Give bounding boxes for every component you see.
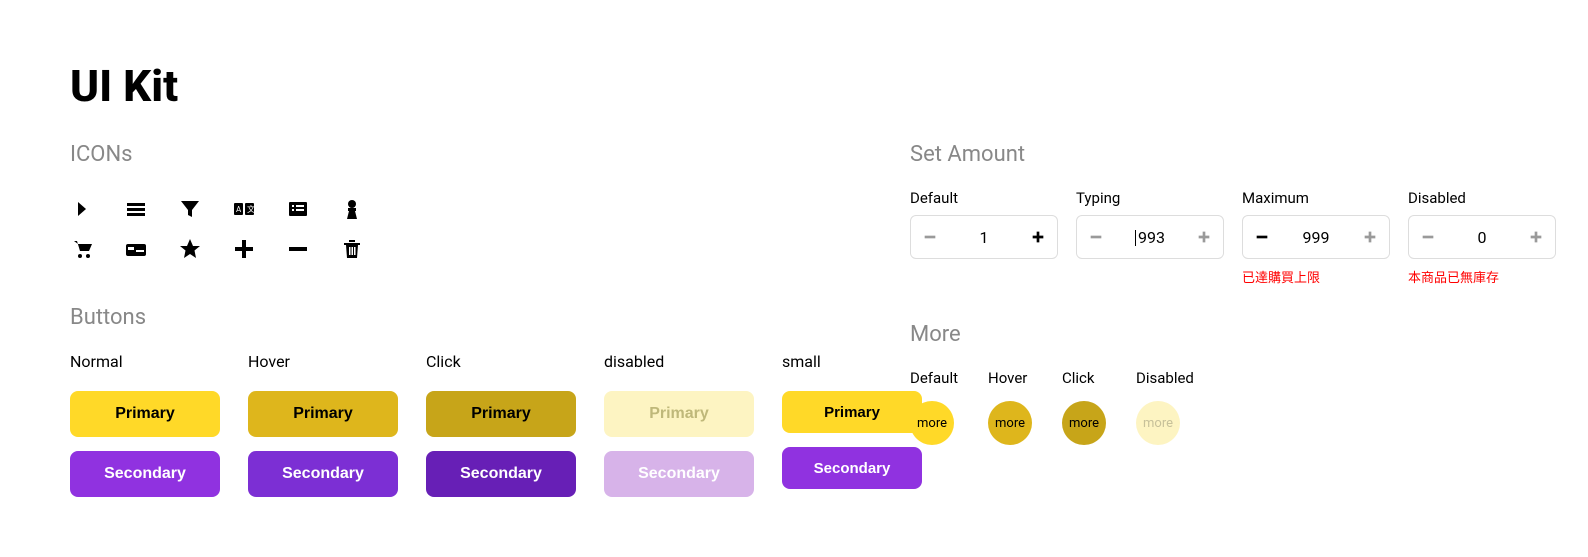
more-hover-label: Hover (988, 369, 1027, 387)
quantity-stepper-maximum[interactable]: 999 (1242, 215, 1390, 259)
stepper-value[interactable]: 993 (1135, 228, 1165, 247)
icons-section-title: ICONs (70, 142, 850, 167)
stepper-disabled-label: Disabled (1408, 189, 1556, 207)
quantity-stepper-default[interactable]: 1 (910, 215, 1058, 259)
more-click-label: Click (1062, 369, 1095, 387)
minus-icon[interactable] (1087, 228, 1105, 246)
secondary-button-disabled: Secondary (604, 451, 754, 497)
minus-icon[interactable] (921, 228, 939, 246)
cart-icon (70, 229, 124, 269)
set-amount-section-title: Set Amount (910, 142, 1556, 167)
secondary-button-click[interactable]: Secondary (426, 451, 576, 497)
quantity-stepper-typing[interactable]: 993 (1076, 215, 1224, 259)
minus-icon (1419, 228, 1437, 246)
stepper-maximum-label: Maximum (1242, 189, 1390, 207)
stepper-value: 1 (980, 228, 989, 247)
plus-icon[interactable] (1195, 228, 1213, 246)
stepper-error-text: 已達購買上限 (1242, 267, 1390, 286)
more-section-title: More (910, 322, 1556, 347)
primary-button-hover[interactable]: Primary (248, 391, 398, 437)
plus-icon (1361, 228, 1379, 246)
stepper-error-text: 本商品已無庫存 (1408, 267, 1556, 286)
button-state-click-label: Click (426, 352, 576, 371)
svg-text:文: 文 (247, 204, 255, 214)
star-icon (178, 229, 232, 269)
primary-button-small[interactable]: Primary (782, 391, 922, 433)
translate-icon: A文 (232, 189, 286, 229)
svg-text:A: A (236, 205, 242, 214)
icon-grid: A文 (70, 189, 850, 269)
more-button-default[interactable]: more (910, 401, 954, 445)
primary-button-disabled: Primary (604, 391, 754, 437)
more-default-label: Default (910, 369, 958, 387)
stepper-value: 999 (1303, 228, 1330, 247)
chess-pawn-icon (340, 189, 394, 229)
chevron-right-icon (70, 189, 124, 229)
plus-icon (232, 229, 286, 269)
primary-button-normal[interactable]: Primary (70, 391, 220, 437)
stepper-typing-label: Typing (1076, 189, 1224, 207)
more-disabled-label: Disabled (1136, 369, 1194, 387)
stepper-default-label: Default (910, 189, 1058, 207)
page-title: UI Kit (70, 60, 1518, 112)
secondary-button-small[interactable]: Secondary (782, 447, 922, 489)
more-button-click[interactable]: more (1062, 401, 1106, 445)
list-box-icon (286, 189, 340, 229)
buttons-section-title: Buttons (70, 305, 850, 330)
button-state-hover-label: Hover (248, 352, 398, 371)
quantity-stepper-disabled: 0 (1408, 215, 1556, 259)
plus-icon[interactable] (1029, 228, 1047, 246)
minus-icon[interactable] (1253, 228, 1271, 246)
button-state-small-label: small (782, 352, 922, 371)
stepper-value: 0 (1478, 228, 1487, 247)
card-icon (124, 229, 178, 269)
button-state-disabled-label: disabled (604, 352, 754, 371)
trash-icon (340, 229, 394, 269)
secondary-button-hover[interactable]: Secondary (248, 451, 398, 497)
secondary-button-normal[interactable]: Secondary (70, 451, 220, 497)
primary-button-click[interactable]: Primary (426, 391, 576, 437)
filter-icon (178, 189, 232, 229)
more-button-disabled: more (1136, 401, 1180, 445)
plus-icon (1527, 228, 1545, 246)
more-button-hover[interactable]: more (988, 401, 1032, 445)
minus-icon (286, 229, 340, 269)
menu-icon (124, 189, 178, 229)
button-state-normal-label: Normal (70, 352, 220, 371)
